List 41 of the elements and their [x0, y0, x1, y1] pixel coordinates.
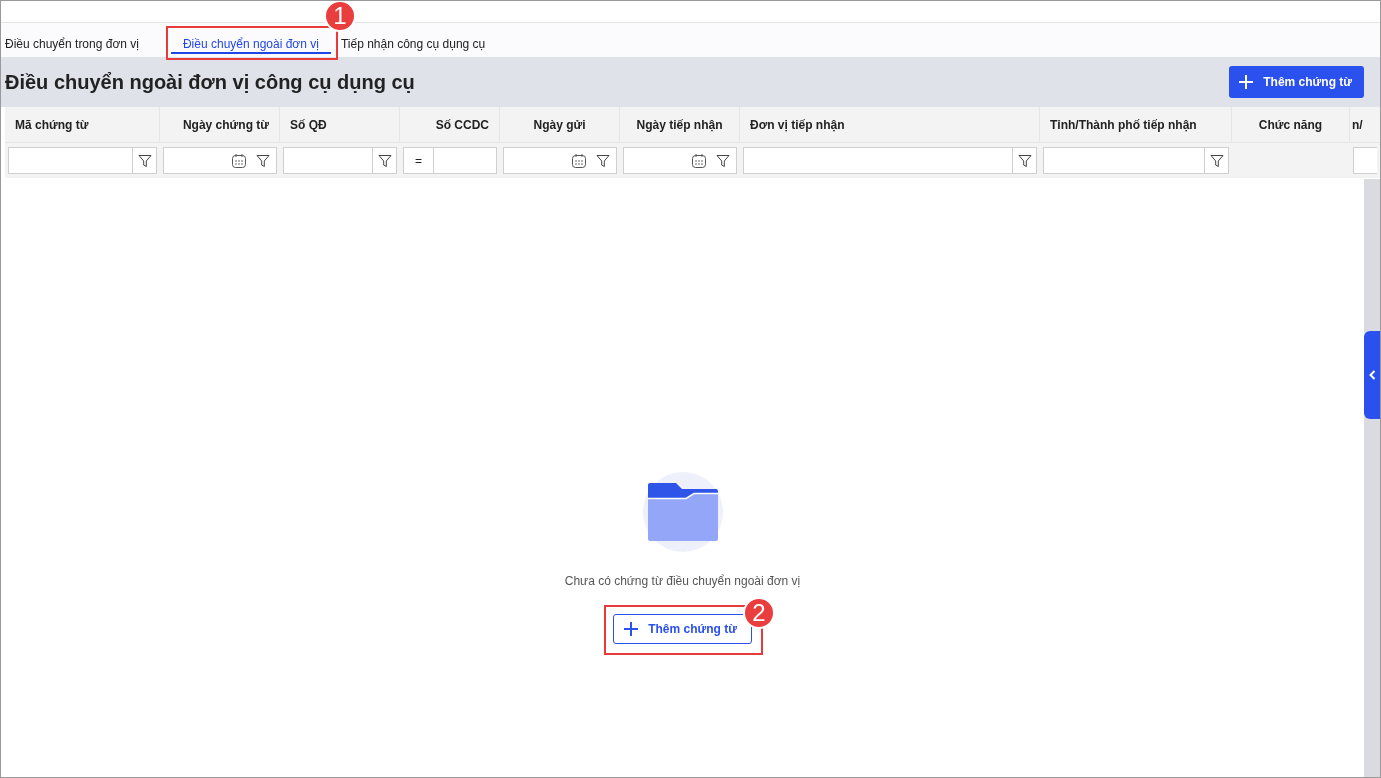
- step-badge: 2: [742, 596, 775, 629]
- filter-icon: [137, 153, 152, 168]
- page-title: Điều chuyển ngoài đơn vị công cụ dụng cụ: [5, 70, 415, 94]
- date-filter-field[interactable]: [623, 147, 737, 174]
- filter-icon: [596, 153, 610, 168]
- calendar-icon: [691, 152, 707, 169]
- column-header: Đơn vị tiếp nhận: [740, 107, 1040, 142]
- filter-field[interactable]: [1353, 147, 1377, 174]
- plus-icon: [624, 621, 639, 636]
- calendar-icon: [231, 152, 247, 169]
- filter-field[interactable]: [1043, 147, 1229, 174]
- empty-message: Chưa có chứng từ điều chuyển ngoài đơn vị: [564, 572, 801, 590]
- column-header: Chức năng: [1232, 107, 1350, 142]
- filter-icon: [1209, 153, 1224, 168]
- filter-field[interactable]: [283, 147, 397, 174]
- filter-icon: [256, 153, 270, 168]
- column-header: Ngày tiếp nhận: [620, 107, 740, 142]
- calendar-icon: [571, 152, 587, 169]
- date-filter-field[interactable]: [163, 147, 277, 174]
- tab[interactable]: Điều chuyển ngoài đơn vị: [166, 31, 335, 57]
- tab[interactable]: Tiếp nhận công cụ dụng cụ: [336, 31, 502, 57]
- plus-icon: [1239, 75, 1254, 89]
- filter-icon: [716, 153, 730, 168]
- filter-field[interactable]: [743, 147, 1037, 174]
- chevron-left-icon: [1368, 370, 1376, 380]
- add-button[interactable]: Thêm chứng từ: [613, 613, 752, 644]
- column-header: n/: [1351, 116, 1364, 134]
- number-filter-field[interactable]: =: [403, 147, 497, 174]
- filter-icon: [1017, 153, 1032, 168]
- filter-icon: [377, 153, 392, 168]
- date-filter-field[interactable]: [503, 147, 617, 174]
- filter-field[interactable]: [8, 147, 157, 174]
- tab[interactable]: Điều chuyển trong đơn vị: [1, 31, 155, 57]
- column-header: Số QĐ: [280, 107, 400, 142]
- column-header: Mã chứng từ: [5, 107, 160, 142]
- column-header: Số CCDC: [400, 107, 500, 142]
- collapse-button[interactable]: [1364, 331, 1380, 419]
- add-button[interactable]: Thêm chứng từ: [1229, 66, 1364, 98]
- column-header: Tỉnh/Thành phố tiếp nhận: [1040, 107, 1232, 142]
- column-header: Ngày chứng từ: [160, 107, 280, 142]
- column-header: Ngày gửi: [500, 107, 620, 142]
